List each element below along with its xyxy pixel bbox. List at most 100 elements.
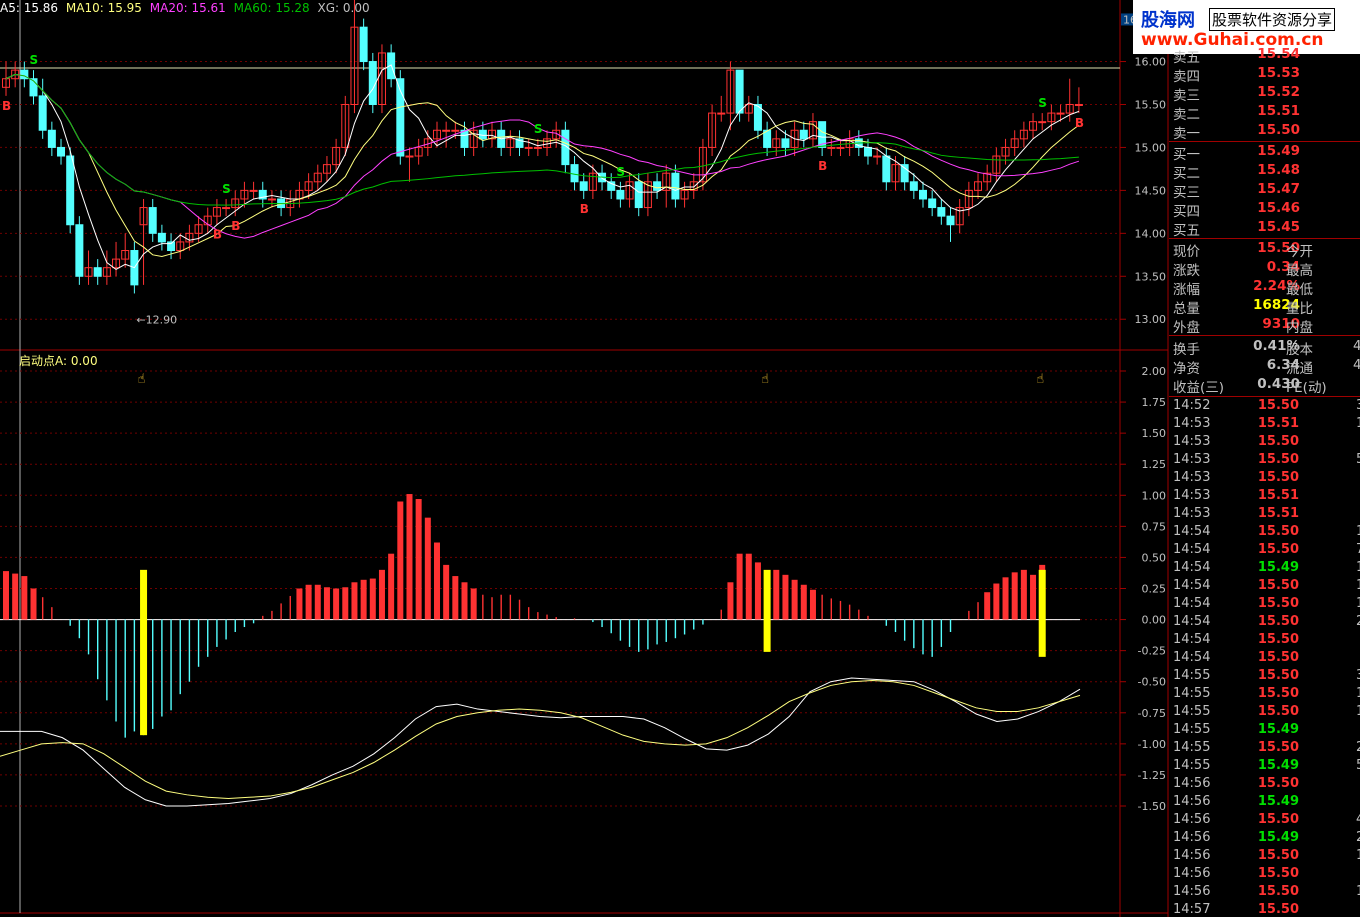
candle-body <box>267 198 276 201</box>
indicator-bar-negative <box>683 619 686 635</box>
indicator-bar-positive <box>509 594 512 620</box>
tick-price: 15.49 <box>1257 794 1299 809</box>
stats-divider-2 <box>1169 335 1360 336</box>
candle-body <box>38 95 47 131</box>
indicator-tick-label: 0.25 <box>1142 583 1167 596</box>
candle-body <box>937 207 946 217</box>
tick-volume: 1 <box>1356 560 1360 575</box>
candle-body <box>900 164 909 183</box>
indicator-bar-positive <box>491 597 493 620</box>
sell-level-label: 卖五 <box>1173 50 1200 66</box>
stat-label-2: PE(动) <box>1286 380 1327 396</box>
candle-body <box>93 267 102 277</box>
tick-price: 15.50 <box>1257 578 1299 593</box>
indicator-tick-label: -0.25 <box>1138 645 1166 658</box>
indicator-bar-negative <box>592 619 594 623</box>
indicator-bar-positive <box>415 499 422 620</box>
candle-body <box>157 232 166 243</box>
indicator-tick-label: 1.25 <box>1142 458 1167 471</box>
tick-price: 15.50 <box>1257 632 1299 647</box>
indicator-bar-positive <box>821 594 823 620</box>
stat-label-2: 流通 <box>1286 361 1313 377</box>
candle-body <box>47 129 56 148</box>
sell-level-price: 15.52 <box>1257 84 1300 100</box>
candle-body <box>919 189 927 200</box>
candle-body <box>442 129 451 132</box>
ma10-line <box>5 73 1080 258</box>
tick-price: 15.49 <box>1257 560 1299 575</box>
indicator-bar-negative <box>188 619 191 682</box>
price-tick-label: 13.00 <box>1135 313 1167 326</box>
indicator-bar-negative <box>243 619 246 628</box>
indicator-bar-negative <box>903 619 906 641</box>
candle-body <box>570 164 579 183</box>
indicator-bar-positive <box>21 576 28 620</box>
indicator-bar-positive <box>773 569 780 620</box>
indicator-label: 启动点A: 0.00 <box>19 354 98 368</box>
ma60-label: MA60: 15.28 <box>233 1 310 15</box>
tick-volume: 1 <box>1356 848 1360 863</box>
indicator-bar-positive <box>968 610 970 620</box>
tick-time: 14:53 <box>1173 434 1211 449</box>
stat-label-2: 内盘 <box>1286 320 1313 336</box>
tick-time: 14:56 <box>1173 830 1211 845</box>
indicator-bar-positive <box>452 576 459 620</box>
candle-body <box>671 172 680 200</box>
stat-label: 现价 <box>1173 244 1200 260</box>
stat-edge-value: 4 <box>1353 357 1360 373</box>
candle-body <box>524 146 533 149</box>
ma5-label: A5: 15.86 <box>0 1 59 15</box>
ma-legend: A5: 15.86 MA10: 15.95 MA20: 15.61 MA60: … <box>0 1 370 15</box>
candle-body <box>533 146 542 149</box>
stat-label-2: 最高 <box>1286 263 1313 279</box>
tick-volume: 1 <box>1356 524 1360 539</box>
tick-price: 15.50 <box>1257 776 1299 791</box>
indicator-bar-negative <box>702 619 704 625</box>
candlestick-series <box>2 0 1083 294</box>
tick-time: 14:55 <box>1173 722 1211 737</box>
indicator-bar-negative <box>124 619 126 738</box>
candle-body <box>735 69 744 114</box>
tick-time: 14:56 <box>1173 848 1211 863</box>
tick-volume: 2 <box>1356 830 1360 845</box>
indicator-bar-positive <box>720 609 722 620</box>
indicator-bar-negative <box>913 619 915 649</box>
indicator-bar-negative <box>949 619 952 632</box>
buy-signal-mark: B <box>580 202 589 216</box>
buy-level-price: 15.49 <box>1257 143 1300 159</box>
candle-body <box>909 181 918 191</box>
tick-volume: 1 <box>1356 578 1360 593</box>
indicator-bar-positive <box>867 615 869 620</box>
chart-area[interactable]: SSSSSBBBBBB←17.01←12.90 ☝☝☝ 16.0015.5015… <box>0 0 1360 917</box>
tick-time: 14:55 <box>1173 668 1211 683</box>
hand-pointer-icon: ☝ <box>138 372 146 387</box>
tick-price: 15.50 <box>1257 596 1299 611</box>
order-book-panel: 卖五 15.54 卖四 15.53 卖三 15.52 卖二 15.51 卖一 15.50 买一 15.… <box>1169 46 1360 917</box>
buy-signal-mark: B <box>2 99 11 113</box>
indicator-bar-negative <box>619 619 622 641</box>
indicator-bar-positive <box>424 517 431 620</box>
indicator-bar-positive <box>342 587 349 620</box>
indicator-bar-positive <box>1020 569 1027 620</box>
stat-label: 涨幅 <box>1173 282 1200 298</box>
launch-signal-bar <box>763 569 771 652</box>
tick-time: 14:54 <box>1173 560 1211 575</box>
tick-price: 15.50 <box>1257 470 1299 485</box>
tick-price: 15.50 <box>1257 704 1299 719</box>
indicator-bar-positive <box>1011 572 1018 620</box>
ma5-line <box>5 64 1080 271</box>
tick-price: 15.51 <box>1257 488 1299 503</box>
tick-time: 14:56 <box>1173 866 1211 881</box>
indicator-bar-negative <box>133 619 136 732</box>
buy-sell-signals: SSSSSBBBBBB←17.01←12.90 <box>2 53 1084 326</box>
candle-body <box>359 26 368 63</box>
price-tick-label: 15.50 <box>1135 98 1167 111</box>
indicator-bar-negative <box>216 619 218 647</box>
indicator-bar-positive <box>461 582 468 620</box>
tick-price: 15.50 <box>1257 686 1299 701</box>
indicator-bar-negative <box>656 619 658 645</box>
sell-signal-mark: S <box>534 122 543 136</box>
tick-price: 15.51 <box>1257 416 1299 431</box>
tick-time: 14:55 <box>1173 704 1211 719</box>
indicator-tick-label: -0.50 <box>1138 676 1166 689</box>
